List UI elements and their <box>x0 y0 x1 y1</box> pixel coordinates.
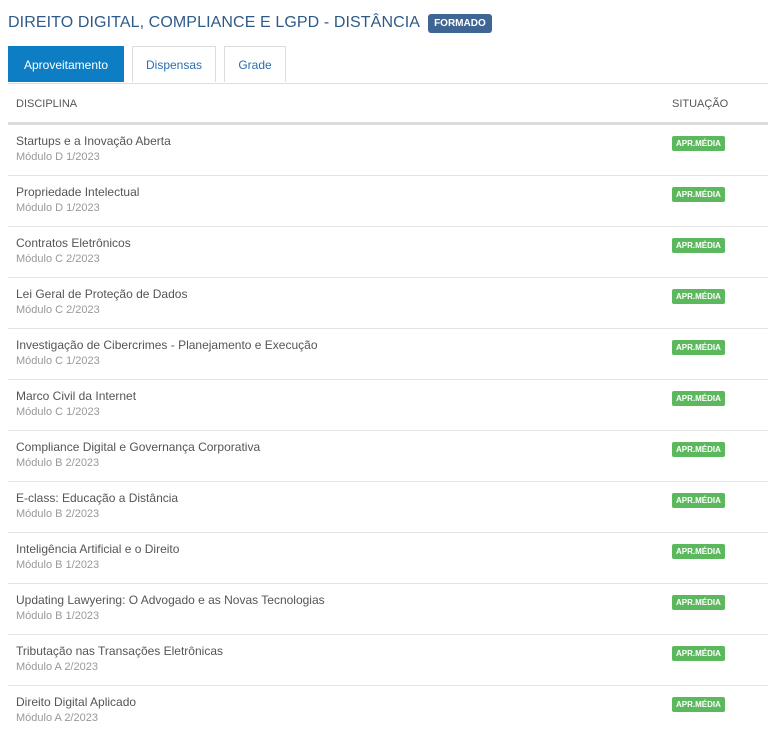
table-row: Contratos Eletrônicos Módulo C 2/2023 AP… <box>8 227 768 278</box>
discipline-name: Investigação de Cibercrimes - Planejamen… <box>16 338 318 352</box>
discipline-module: Módulo B 1/2023 <box>16 610 100 622</box>
table-row: Lei Geral de Proteção de Dados Módulo C … <box>8 278 768 329</box>
discipline-name: E-class: Educação a Distância <box>16 491 179 505</box>
table-row: Tributação nas Transações Eletrônicas Mó… <box>8 635 768 686</box>
discipline-module: Módulo B 2/2023 <box>16 508 100 520</box>
discipline-name: Updating Lawyering: O Advogado e as Nova… <box>16 593 325 607</box>
status-badge: APR.MÉDIA <box>672 136 725 151</box>
discipline-name: Marco Civil da Internet <box>16 389 137 403</box>
status-badge: APR.MÉDIA <box>672 544 725 559</box>
table-row: Direito Digital Aplicado Módulo A 2/2023… <box>8 686 768 736</box>
table-row: Propriedade Intelectual Módulo D 1/2023 … <box>8 176 768 227</box>
table-row: Compliance Digital e Governança Corporat… <box>8 431 768 482</box>
status-badge: APR.MÉDIA <box>672 289 725 304</box>
status-badge: APR.MÉDIA <box>672 595 725 610</box>
table-row: Updating Lawyering: O Advogado e as Nova… <box>8 584 768 635</box>
column-header-discipline: DISCIPLINA <box>16 98 78 110</box>
discipline-name: Direito Digital Aplicado <box>16 695 137 709</box>
discipline-module: Módulo A 2/2023 <box>16 661 98 673</box>
discipline-module: Módulo B 1/2023 <box>16 559 100 571</box>
status-badge: APR.MÉDIA <box>672 442 725 457</box>
discipline-name: Propriedade Intelectual <box>16 185 140 199</box>
status-badge: APR.MÉDIA <box>672 340 725 355</box>
discipline-name: Lei Geral de Proteção de Dados <box>16 287 188 301</box>
discipline-name: Contratos Eletrônicos <box>16 236 131 250</box>
tab-dispensas[interactable]: Dispensas <box>132 46 216 82</box>
course-status-badge: FORMADO <box>428 13 492 33</box>
table-row: E-class: Educação a Distância Módulo B 2… <box>8 482 768 533</box>
discipline-module: Módulo A 2/2023 <box>16 712 98 724</box>
table-row: Marco Civil da Internet Módulo C 1/2023 … <box>8 380 768 431</box>
status-badge: APR.MÉDIA <box>672 187 725 202</box>
page-title: DIREITO DIGITAL, COMPLIANCE E LGPD - DIS… <box>8 14 421 31</box>
tab-grade[interactable]: Grade <box>224 46 286 82</box>
status-badge: APR.MÉDIA <box>672 493 725 508</box>
table-header: DISCIPLINA SITUAÇÃO <box>8 84 768 125</box>
status-badge: APR.MÉDIA <box>672 646 725 661</box>
tab-aproveitamento[interactable]: Aproveitamento <box>8 46 124 82</box>
column-header-status: SITUAÇÃO <box>672 98 729 110</box>
discipline-name: Tributação nas Transações Eletrônicas <box>16 644 223 658</box>
status-badge: APR.MÉDIA <box>672 238 725 253</box>
page-header: DIREITO DIGITAL, COMPLIANCE E LGPD - DIS… <box>8 12 492 34</box>
discipline-module: Módulo C 1/2023 <box>16 355 100 367</box>
status-badge: APR.MÉDIA <box>672 391 725 406</box>
discipline-list: Startups e a Inovação Aberta Módulo D 1/… <box>8 125 768 736</box>
table-row: Investigação de Cibercrimes - Planejamen… <box>8 329 768 380</box>
discipline-module: Módulo D 1/2023 <box>16 202 100 214</box>
discipline-module: Módulo C 2/2023 <box>16 253 100 265</box>
table-row: Inteligência Artificial e o Direito Módu… <box>8 533 768 584</box>
discipline-name: Startups e a Inovação Aberta <box>16 134 171 148</box>
tab-bar: Aproveitamento Dispensas Grade <box>8 46 768 84</box>
discipline-module: Módulo C 1/2023 <box>16 406 100 418</box>
discipline-name: Compliance Digital e Governança Corporat… <box>16 440 261 454</box>
status-badge: APR.MÉDIA <box>672 697 725 712</box>
discipline-module: Módulo D 1/2023 <box>16 151 100 163</box>
discipline-name: Inteligência Artificial e o Direito <box>16 542 180 556</box>
discipline-module: Módulo C 2/2023 <box>16 304 100 316</box>
table-row: Startups e a Inovação Aberta Módulo D 1/… <box>8 125 768 176</box>
discipline-module: Módulo B 2/2023 <box>16 457 100 469</box>
